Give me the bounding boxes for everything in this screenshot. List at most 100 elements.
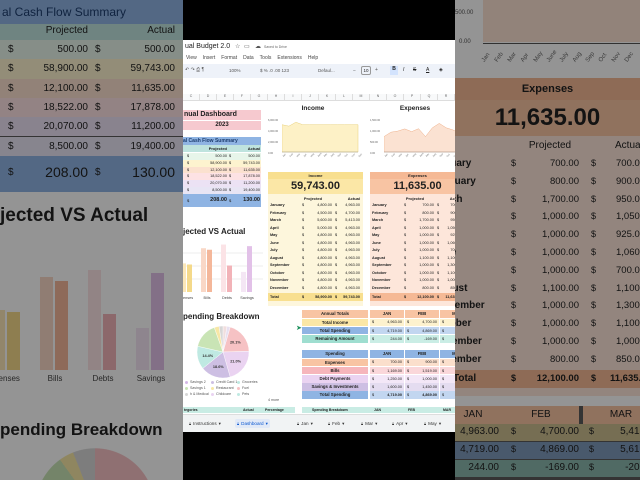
column-header[interactable]: J xyxy=(302,94,319,101)
fill-color-icon[interactable]: ◈ xyxy=(439,67,443,73)
folder-icon[interactable]: ▭ xyxy=(244,43,250,50)
x-tick-label: Feb xyxy=(288,152,294,158)
cell-value: 244.00 xyxy=(390,336,402,341)
sheet-tab-mar[interactable]: 🔒︎ Mar ▾ xyxy=(359,419,379,428)
menu-format[interactable]: Format xyxy=(221,55,237,61)
sheet-tab-label: Mar xyxy=(365,421,374,426)
italic-button[interactable]: I xyxy=(403,67,404,73)
column-header[interactable]: O xyxy=(387,94,404,101)
legend-item[interactable]: 4 more xyxy=(268,398,279,402)
lock-icon: 🔒︎ xyxy=(361,421,364,426)
sheet-tab-apr[interactable]: 🔒︎ Apr ▾ xyxy=(390,419,410,428)
month-label: May xyxy=(372,233,380,237)
expenses-section: Expenses 1,500.00 1,000.00 500.00 0.00 Jan Feb… xyxy=(370,105,455,306)
cell-value: 1,100.00 xyxy=(440,377,455,381)
month-label: June xyxy=(270,240,279,245)
column-headers: CDEFGHIJKLMNOPQR xyxy=(183,94,455,101)
month-label: November xyxy=(270,278,289,282)
menu-insert[interactable]: Insert xyxy=(203,55,216,61)
column-header[interactable]: I xyxy=(285,94,302,101)
projected-value: 500.00 xyxy=(215,154,227,158)
column-header[interactable]: K xyxy=(319,94,336,101)
y-tick-label: 1,000.00 xyxy=(370,130,381,133)
dim-overlay xyxy=(0,0,183,480)
chevron-down-icon[interactable]: ▾ xyxy=(266,421,268,427)
currency-symbol: $ xyxy=(187,167,190,172)
chevron-down-icon[interactable]: ▾ xyxy=(311,421,313,427)
column-header[interactable]: C xyxy=(183,94,200,101)
header-projected: Projected xyxy=(208,146,227,151)
month-label: March xyxy=(372,218,384,222)
column-header[interactable]: M xyxy=(353,94,370,101)
chevron-down-icon[interactable]: ▾ xyxy=(375,421,377,427)
header-projected: Projected xyxy=(405,196,425,201)
menu-help[interactable]: Help xyxy=(308,55,318,61)
x-tick-label: May xyxy=(309,152,315,158)
menu-extensions[interactable]: Extensions xyxy=(277,55,301,61)
column-header[interactable]: G xyxy=(251,94,268,101)
zoom-select[interactable]: 100% xyxy=(229,68,241,73)
format-icons[interactable]: $ % .0 .00 123 xyxy=(260,68,289,73)
menu-bar: View Insert Format Data Tools Extensions Help xyxy=(186,55,318,61)
total-label: Total xyxy=(372,294,381,299)
font-size-input[interactable]: 10 xyxy=(361,66,371,75)
doc-title[interactable]: ual Budget 2.0 xyxy=(185,43,230,50)
font-size-increase[interactable]: + xyxy=(375,67,378,73)
lock-icon: 🔒︎ xyxy=(424,421,427,426)
chevron-down-icon[interactable]: ▾ xyxy=(219,421,221,427)
bar-actual xyxy=(227,265,232,292)
sheet-tab-dashboard[interactable]: 🔒︎ Dashboard ▾ xyxy=(235,419,270,428)
actual-value: 5,413.00 xyxy=(345,218,360,222)
column-header[interactable]: E xyxy=(217,94,234,101)
column-header[interactable]: R xyxy=(438,94,455,101)
column-header[interactable]: D xyxy=(200,94,217,101)
menu-tools[interactable]: Tools xyxy=(260,55,272,61)
projected-value: 4,800.00 xyxy=(317,255,332,260)
cell-value: 900.00 xyxy=(425,360,437,365)
row-label: Remaining Amount xyxy=(302,334,368,343)
cell-value: -169.00 xyxy=(424,336,437,341)
month-label: October xyxy=(372,270,387,275)
text-color-button[interactable]: A xyxy=(426,67,429,73)
sheet-tab-label: Jan xyxy=(301,421,309,426)
column-header[interactable]: Q xyxy=(421,94,438,101)
undo-redo-print-icons[interactable]: ↶ ↷ ⎙ ¶ xyxy=(185,67,204,73)
column-header[interactable]: F xyxy=(234,94,251,101)
month-label: September xyxy=(270,263,290,267)
x-tick-label: Mar xyxy=(397,152,403,158)
sheet-tab-instructions[interactable]: 🔒︎ Instructions ▾ xyxy=(187,419,223,428)
spreadsheet-window: ual Budget 2.0 ☆ ▭ ☁ Saved to Drive View… xyxy=(183,40,455,432)
sheet-tab-may[interactable]: 🔒︎ May ▾ xyxy=(422,419,443,428)
chevron-down-icon[interactable]: ▾ xyxy=(439,421,441,427)
chevron-down-icon[interactable]: ▾ xyxy=(405,421,407,427)
chevron-down-icon[interactable]: ▾ xyxy=(342,421,344,427)
table-header-label: Annual Totals xyxy=(302,310,368,318)
strikethrough-button[interactable]: S xyxy=(413,67,416,73)
total-projected: 12,100.00 xyxy=(417,294,434,299)
cell-value: 1,000.00 xyxy=(422,376,437,381)
projected-value: 4,800.00 xyxy=(317,270,332,275)
currency-symbol: $ xyxy=(187,188,190,192)
projected-value: 4,800.00 xyxy=(317,240,332,245)
font-select[interactable]: Defaul... xyxy=(318,68,335,73)
column-header[interactable]: H xyxy=(268,94,285,101)
sheet-tab-jan[interactable]: 🔒︎ Jan ▾ xyxy=(295,419,315,428)
font-size-decrease[interactable]: − xyxy=(353,68,356,74)
column-header[interactable]: P xyxy=(404,94,421,101)
lock-icon: 🔒︎ xyxy=(392,421,395,426)
bold-button[interactable]: B xyxy=(390,66,398,75)
actual-value: 950.00 xyxy=(450,218,455,222)
column-header[interactable]: L xyxy=(336,94,353,101)
projected-value: 700.00 xyxy=(422,203,434,207)
sheet-tab-feb[interactable]: 🔒︎ Feb ▾ xyxy=(326,419,346,428)
bar-category-label: Savings xyxy=(240,296,254,300)
menu-view[interactable]: View xyxy=(186,55,197,61)
legend-item: Savings 1 xyxy=(190,386,206,390)
column-header[interactable]: N xyxy=(370,94,387,101)
x-tick-label: Sep xyxy=(439,152,445,158)
menu-data[interactable]: Data xyxy=(243,55,254,61)
star-icon[interactable]: ☆ xyxy=(235,43,240,50)
month-label: April xyxy=(372,225,381,230)
currency-symbol: $ xyxy=(187,174,190,179)
actual-value: 700.00 xyxy=(450,248,455,252)
